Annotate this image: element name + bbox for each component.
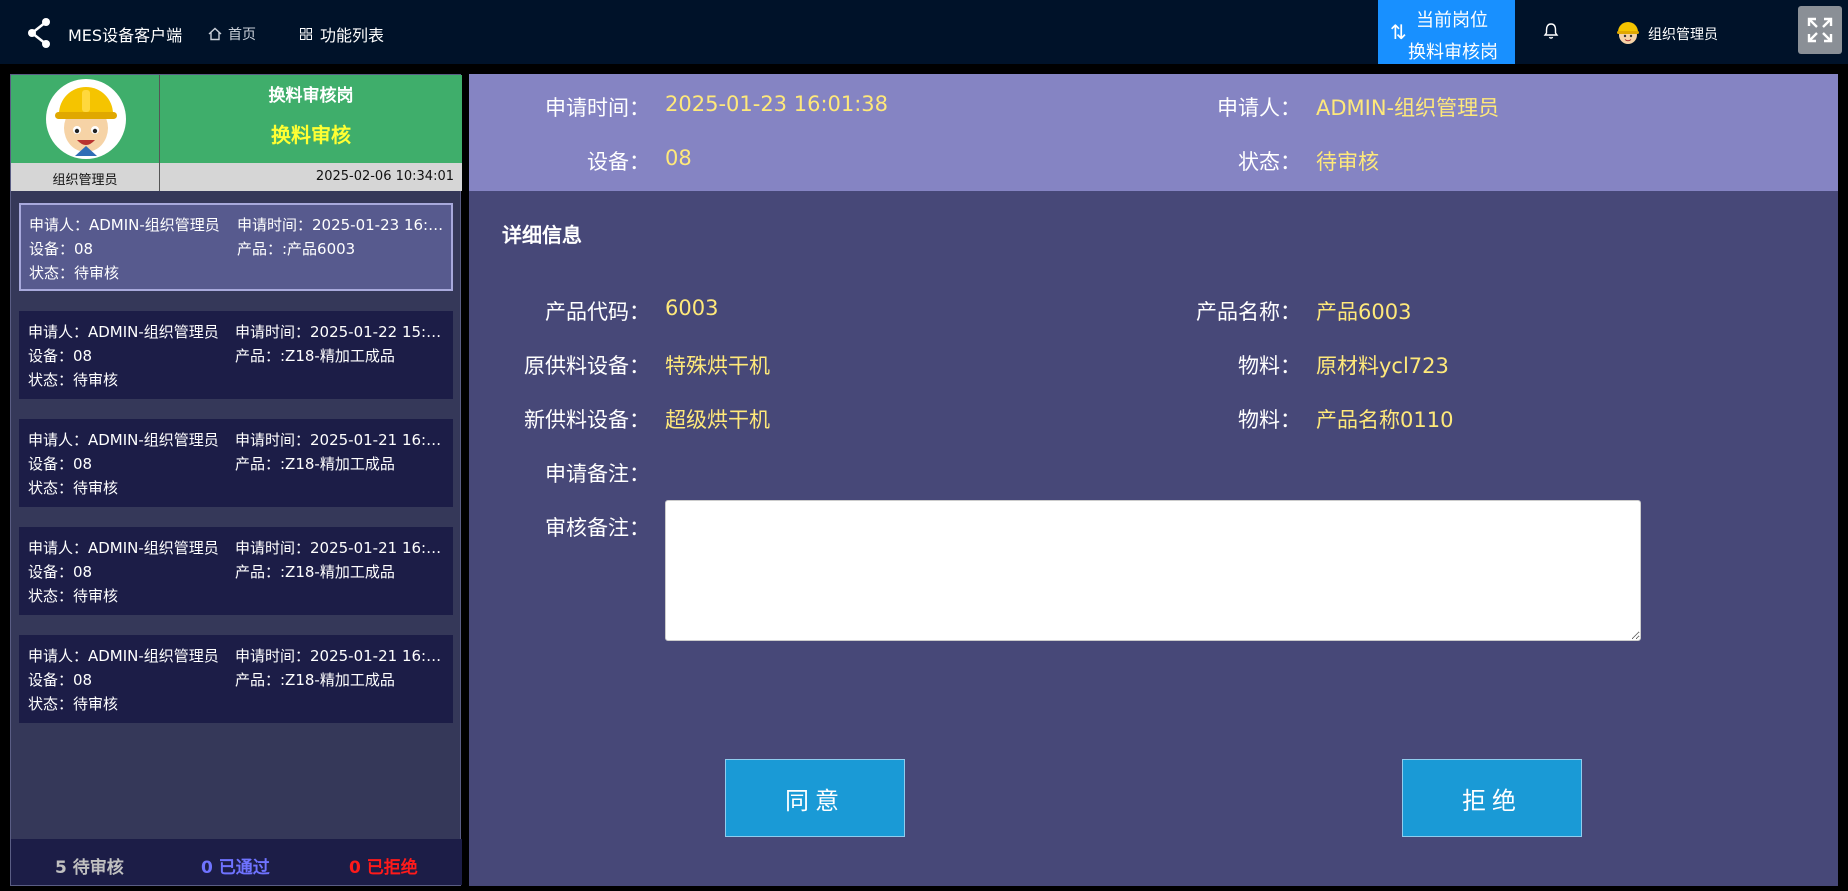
product-code-label: 产品代码：: [545, 300, 650, 324]
request-applicant: 申请人：ADMIN-组织管理员: [28, 539, 219, 557]
summary-time-label: 申请时间：: [545, 96, 650, 120]
status-counts: 5 待审核 0 已通过 0 已拒绝: [11, 839, 462, 885]
request-status: 状态：待审核: [29, 264, 120, 282]
apply-remark-label: 申请备注：: [545, 462, 650, 486]
request-card[interactable]: 申请人：ADMIN-组织管理员 申请时间：2025-01-21 16:42:51…: [19, 635, 453, 723]
swap-vertical-icon: ⇅: [1390, 20, 1407, 44]
panel-user-name: 组织管理员: [52, 173, 118, 188]
request-status: 状态：待审核: [28, 371, 119, 389]
request-applicant: 申请人：ADMIN-组织管理员: [28, 647, 219, 665]
old-material-value: 原材料ycl723: [1316, 354, 1449, 378]
nav-home-label: 首页: [228, 27, 256, 43]
summary-applicant-value: ADMIN-组织管理员: [1316, 96, 1500, 120]
current-datetime: 2025-02-06 10:34:01: [315, 169, 454, 184]
app-title: MES设备客户端: [68, 26, 183, 45]
request-device: 设备：08: [28, 455, 93, 473]
request-status: 状态：待审核: [28, 587, 119, 605]
request-time: 申请时间：2025-01-21 16:44:05: [235, 539, 449, 557]
nav-home[interactable]: 首页: [208, 24, 256, 44]
new-device-value: 超级烘干机: [665, 408, 770, 432]
current-post-label: 当前岗位: [1416, 10, 1488, 31]
post-title: 换料审核岗: [268, 86, 354, 106]
post-subtitle: 换料审核: [271, 123, 351, 147]
user-header: 换料审核岗 换料审核: [11, 75, 462, 163]
request-list-panel: 换料审核岗 换料审核 组织管理员 2025-02-06 10:34:01 申请人…: [10, 74, 462, 886]
new-material-label: 物料：: [1238, 408, 1301, 432]
request-status: 状态：待审核: [28, 695, 119, 713]
request-product: 产品：:Z18-精加工成品: [235, 671, 395, 689]
current-post-value: 换料审核岗: [1408, 42, 1498, 63]
nav-function-list-label: 功能列表: [320, 26, 385, 45]
user-footer: 组织管理员 2025-02-06 10:34:01: [11, 163, 462, 191]
summary-status-label: 状态：: [1238, 150, 1301, 174]
request-status: 状态：待审核: [28, 479, 119, 497]
old-device-label: 原供料设备：: [524, 354, 650, 378]
review-remark-input[interactable]: [665, 500, 1641, 641]
summary-device-label: 设备：: [587, 150, 650, 174]
reject-button[interactable]: 拒绝: [1402, 759, 1582, 837]
product-code-value: 6003: [665, 296, 719, 320]
request-summary: 申请时间： 2025-01-23 16:01:38 申请人： ADMIN-组织管…: [469, 74, 1838, 191]
request-product: 产品：:产品6003: [237, 240, 356, 258]
review-remark-label: 审核备注：: [545, 516, 650, 540]
bell-icon[interactable]: [1543, 22, 1559, 40]
expand-icon: [1807, 17, 1833, 43]
request-time: 申请时间：2025-01-23 16:01:38: [237, 216, 451, 234]
request-card[interactable]: 申请人：ADMIN-组织管理员 申请时间：2025-01-23 16:01:38…: [19, 203, 453, 291]
summary-applicant-label: 申请人：: [1217, 96, 1301, 120]
request-product: 产品：:Z18-精加工成品: [235, 455, 395, 473]
request-applicant: 申请人：ADMIN-组织管理员: [28, 431, 219, 449]
current-post-switcher[interactable]: ⇅ 当前岗位 换料审核岗: [1378, 0, 1515, 64]
summary-status-value: 待审核: [1316, 150, 1379, 174]
home-icon: [208, 27, 222, 41]
request-product: 产品：:Z18-精加工成品: [235, 563, 395, 581]
summary-device-value: 08: [665, 146, 692, 170]
share-nodes-icon: [28, 18, 50, 48]
pending-count[interactable]: 5 待审核: [55, 853, 124, 878]
product-name-label: 产品名称：: [1196, 300, 1301, 324]
worker-avatar: [46, 79, 126, 159]
request-time: 申请时间：2025-01-21 16:42:51: [235, 647, 449, 665]
request-device: 设备：08: [29, 240, 94, 258]
nav-function-list[interactable]: 功能列表: [300, 22, 384, 46]
summary-time-value: 2025-01-23 16:01:38: [665, 92, 889, 116]
request-product: 产品：:Z18-精加工成品: [235, 347, 395, 365]
request-device: 设备：08: [28, 347, 93, 365]
new-material-value: 产品名称0110: [1316, 408, 1454, 432]
request-device: 设备：08: [28, 671, 93, 689]
request-card[interactable]: 申请人：ADMIN-组织管理员 申请时间：2025-01-22 15:06:12…: [19, 311, 453, 399]
passed-count[interactable]: 0 已通过: [201, 853, 270, 878]
top-bar: MES设备客户端 首页 功能列表 ⇅ 当前岗位 换料审核岗 组织管理员: [0, 0, 1848, 64]
request-applicant: 申请人：ADMIN-组织管理员: [28, 323, 219, 341]
old-material-label: 物料：: [1238, 354, 1301, 378]
avatar[interactable]: [1615, 20, 1641, 46]
user-name[interactable]: 组织管理员: [1648, 24, 1718, 44]
header-divider: [159, 75, 160, 191]
request-card[interactable]: 申请人：ADMIN-组织管理员 申请时间：2025-01-21 16:45:20…: [19, 419, 453, 507]
request-time: 申请时间：2025-01-21 16:45:20: [235, 431, 449, 449]
rejected-count[interactable]: 0 已拒绝: [349, 853, 418, 878]
product-name-value: 产品6003: [1316, 300, 1412, 324]
request-card[interactable]: 申请人：ADMIN-组织管理员 申请时间：2025-01-21 16:44:05…: [19, 527, 453, 615]
new-device-label: 新供料设备：: [524, 408, 650, 432]
grid-icon: [300, 28, 312, 40]
fullscreen-button[interactable]: [1798, 6, 1842, 54]
approve-button[interactable]: 同意: [725, 759, 905, 837]
request-time: 申请时间：2025-01-22 15:06:12: [235, 323, 449, 341]
request-detail-panel: 申请时间： 2025-01-23 16:01:38 申请人： ADMIN-组织管…: [469, 74, 1838, 886]
request-applicant: 申请人：ADMIN-组织管理员: [29, 216, 220, 234]
detail-title: 详细信息: [502, 223, 582, 247]
request-list: 申请人：ADMIN-组织管理员 申请时间：2025-01-23 16:01:38…: [19, 203, 454, 743]
old-device-value: 特殊烘干机: [665, 354, 770, 378]
request-device: 设备：08: [28, 563, 93, 581]
